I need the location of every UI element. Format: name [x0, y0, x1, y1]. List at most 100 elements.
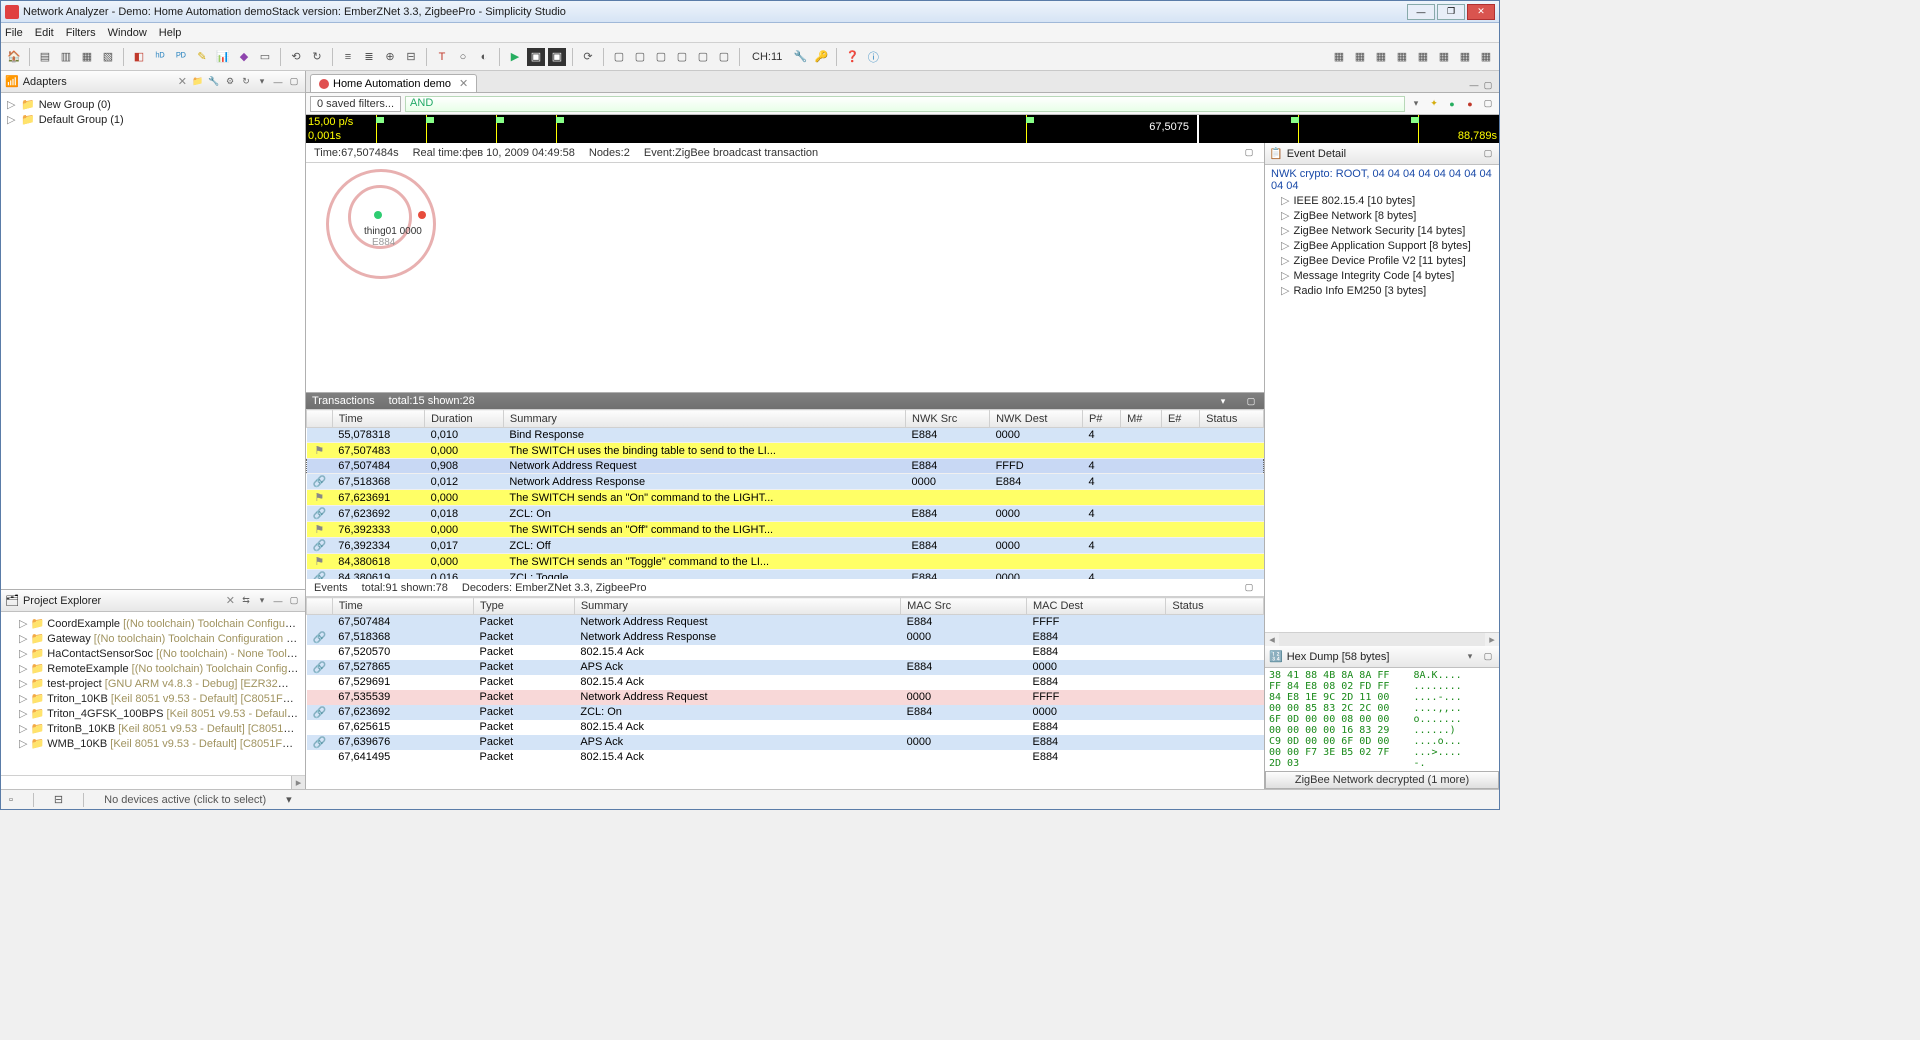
- status-text[interactable]: No devices active (click to select): [104, 794, 266, 806]
- tool-icon[interactable]: ▣: [527, 48, 545, 66]
- table-row[interactable]: 55,0783180,010Bind ResponseE88400004: [307, 428, 1264, 443]
- tool-icon[interactable]: ⟳: [579, 48, 597, 66]
- minimize-icon[interactable]: —: [271, 594, 285, 608]
- maximize-icon[interactable]: ▢: [1242, 581, 1256, 595]
- perspective-icon[interactable]: ▦: [1393, 48, 1411, 66]
- tool-icon[interactable]: ᴾᴰ: [172, 48, 190, 66]
- maximize-icon[interactable]: ▢: [287, 75, 301, 89]
- project-item[interactable]: ▷ 📁 Triton_4GFSK_100BPS [Keil 8051 v9.53…: [7, 706, 299, 721]
- menu-icon[interactable]: ▾: [1216, 394, 1230, 408]
- tool-icon[interactable]: ▭: [256, 48, 274, 66]
- clear-icon[interactable]: ●: [1463, 97, 1477, 111]
- event-detail-tree[interactable]: NWK crypto: ROOT, 04 04 04 04 04 04 04 0…: [1265, 165, 1499, 632]
- chart-icon[interactable]: 📊: [214, 48, 232, 66]
- scroll-left-icon[interactable]: ◂: [1265, 633, 1279, 646]
- node-device-icon[interactable]: [418, 211, 426, 219]
- tool-icon[interactable]: ≡: [339, 48, 357, 66]
- tool-icon[interactable]: ○: [454, 48, 472, 66]
- saved-filters-button[interactable]: 0 saved filters...: [310, 96, 401, 112]
- menu-filters[interactable]: Filters: [66, 27, 96, 39]
- project-item[interactable]: ▷ 📁 Triton_10KB [Keil 8051 v9.53 - Defau…: [7, 691, 299, 706]
- tool-icon[interactable]: ▦: [78, 48, 96, 66]
- tool-icon[interactable]: ▧: [99, 48, 117, 66]
- tool-icon[interactable]: ▣: [548, 48, 566, 66]
- table-row[interactable]: 67,535539PacketNetwork Address Request00…: [307, 690, 1264, 705]
- events-table[interactable]: TimeTypeSummaryMAC SrcMAC DestStatus67,5…: [306, 597, 1264, 789]
- table-row[interactable]: ⚑84,3806180,000The SWITCH sends an "Togg…: [307, 554, 1264, 570]
- menu-icon[interactable]: ▾: [1463, 650, 1477, 664]
- table-row[interactable]: 🔗67,623692PacketZCL: OnE8840000: [307, 705, 1264, 720]
- folder-icon[interactable]: 📁: [191, 75, 205, 89]
- help-icon[interactable]: ⓘ: [864, 48, 882, 66]
- tool-icon[interactable]: ⟲: [287, 48, 305, 66]
- maximize-icon[interactable]: ▢: [1481, 147, 1495, 161]
- tool-icon[interactable]: ◐: [475, 48, 493, 66]
- tool-icon[interactable]: ▢: [610, 48, 628, 66]
- maximize-icon[interactable]: ▢: [1242, 146, 1256, 160]
- table-row[interactable]: 67,507484PacketNetwork Address RequestE8…: [307, 615, 1264, 630]
- menu-help[interactable]: Help: [159, 27, 182, 39]
- perspective-icon[interactable]: ▦: [1351, 48, 1369, 66]
- detail-node[interactable]: ▷ZigBee Network [8 bytes]: [1267, 208, 1497, 223]
- text-icon[interactable]: T: [433, 48, 451, 66]
- node-coordinator-icon[interactable]: [374, 211, 382, 219]
- minimize-icon[interactable]: —: [1467, 78, 1481, 92]
- tab-close-icon[interactable]: ✕: [226, 594, 235, 607]
- detail-node[interactable]: ▷ZigBee Network Security [14 bytes]: [1267, 223, 1497, 238]
- detail-node[interactable]: ▷Radio Info EM250 [3 bytes]: [1267, 283, 1497, 298]
- tree-item[interactable]: ▷📁New Group (0): [7, 97, 299, 112]
- scroll-right-icon[interactable]: ▸: [1485, 633, 1499, 646]
- filter-icon[interactable]: ▾: [1409, 97, 1423, 111]
- project-item[interactable]: ▷ 📁 RemoteExample [(No toolchain) Toolch…: [7, 661, 299, 676]
- collapse-icon[interactable]: ⇆: [239, 594, 253, 608]
- tool-icon[interactable]: ▥: [57, 48, 75, 66]
- tool-icon[interactable]: ◆: [235, 48, 253, 66]
- tool-icon[interactable]: ↻: [308, 48, 326, 66]
- pencil-icon[interactable]: ✎: [193, 48, 211, 66]
- project-item[interactable]: ▷ 📁 test-project [GNU ARM v4.8.3 - Debug…: [7, 676, 299, 691]
- tool-icon[interactable]: ▢: [715, 48, 733, 66]
- table-row[interactable]: 67,520570Packet802.15.4 AckE884: [307, 645, 1264, 660]
- timeline[interactable]: 15,00 p/s 0,001s 67,5075 88,789s: [306, 115, 1499, 143]
- tool-icon[interactable]: ʰᴰ: [151, 48, 169, 66]
- perspective-icon[interactable]: ▦: [1477, 48, 1495, 66]
- tool-icon[interactable]: ▤: [36, 48, 54, 66]
- tree-item[interactable]: ▷📁Default Group (1): [7, 112, 299, 127]
- editor-tab[interactable]: Home Automation demo ✕: [310, 74, 477, 92]
- perspective-icon[interactable]: ▦: [1330, 48, 1348, 66]
- tool-icon[interactable]: ≣: [360, 48, 378, 66]
- home-icon[interactable]: 🏠: [5, 48, 23, 66]
- table-row[interactable]: 🔗67,5183680,012Network Address Response0…: [307, 474, 1264, 490]
- hex-dump-footer[interactable]: ZigBee Network decrypted (1 more): [1265, 771, 1499, 789]
- perspective-icon[interactable]: ▦: [1456, 48, 1474, 66]
- detail-node[interactable]: ▷ZigBee Application Support [8 bytes]: [1267, 238, 1497, 253]
- maximize-icon[interactable]: ▢: [1481, 78, 1495, 92]
- filter-icon[interactable]: ▢: [1481, 97, 1495, 111]
- adapters-tree[interactable]: ▷📁New Group (0) ▷📁Default Group (1): [1, 93, 305, 589]
- project-item[interactable]: ▷ 📁 HaContactSensorSoc [(No toolchain) -…: [7, 646, 299, 661]
- key-icon[interactable]: 🔧: [207, 75, 221, 89]
- tool-icon[interactable]: ❓: [843, 48, 861, 66]
- table-row[interactable]: 🔗84,3806190,016ZCL: ToggleE88400004: [307, 570, 1264, 580]
- minimize-icon[interactable]: —: [271, 75, 285, 89]
- table-row[interactable]: 🔗67,527865PacketAPS AckE8840000: [307, 660, 1264, 675]
- status-progress-icon[interactable]: ⊟: [54, 793, 63, 806]
- detail-root[interactable]: NWK crypto: ROOT, 04 04 04 04 04 04 04 0…: [1267, 167, 1497, 193]
- menu-icon[interactable]: ▾: [255, 75, 269, 89]
- scroll-right-icon[interactable]: ▸: [291, 776, 305, 789]
- transactions-table[interactable]: TimeDurationSummaryNWK SrcNWK DestP#M#E#…: [306, 409, 1264, 579]
- table-row[interactable]: ⚑67,6236910,000The SWITCH sends an "On" …: [307, 490, 1264, 506]
- refresh-icon[interactable]: ↻: [239, 75, 253, 89]
- perspective-icon[interactable]: ▦: [1414, 48, 1432, 66]
- maximize-button[interactable]: ❐: [1437, 4, 1465, 20]
- menu-file[interactable]: File: [5, 27, 23, 39]
- detail-node[interactable]: ▷IEEE 802.15.4 [10 bytes]: [1267, 193, 1497, 208]
- table-row[interactable]: 67,5074840,908Network Address RequestE88…: [307, 459, 1264, 474]
- detail-node[interactable]: ▷ZigBee Device Profile V2 [11 bytes]: [1267, 253, 1497, 268]
- channel-label[interactable]: CH:11: [746, 51, 788, 63]
- table-row[interactable]: ⚑67,5074830,000The SWITCH uses the bindi…: [307, 443, 1264, 459]
- maximize-icon[interactable]: ▢: [1481, 650, 1495, 664]
- apply-icon[interactable]: ●: [1445, 97, 1459, 111]
- project-item[interactable]: ▷ 📁 TritonB_10KB [Keil 8051 v9.53 - Defa…: [7, 721, 299, 736]
- tool-icon[interactable]: ▢: [694, 48, 712, 66]
